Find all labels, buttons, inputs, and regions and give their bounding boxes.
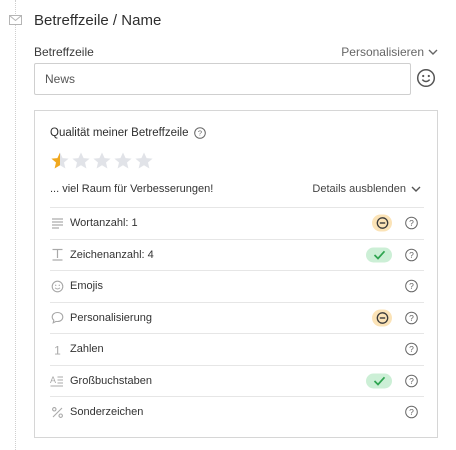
check-status-icon (366, 373, 392, 389)
quality-heading: Qualität meiner Betreffzeile ? (50, 127, 206, 139)
timeline-rail (15, 0, 16, 450)
details-toggle-label: Details ausblenden (312, 183, 406, 195)
subject-input[interactable] (34, 63, 411, 95)
criterion-label: Emojis (70, 280, 104, 293)
criterion-label: Zeichenanzahl: 4 (70, 248, 154, 261)
star-icon (72, 152, 90, 169)
criterion-label: Großbuchstaben (70, 374, 152, 387)
criterion-row: Sonderzeichen? (50, 396, 424, 428)
help-icon[interactable]: ? (405, 342, 418, 356)
criteria-list: Wortanzahl: 1? Zeichenanzahl: 4? Emojis? Pe… (50, 207, 424, 428)
warning-status-icon (372, 214, 392, 232)
check-status-icon (366, 247, 392, 263)
star-icon (135, 152, 153, 169)
help-icon[interactable]: ? (405, 279, 418, 293)
help-icon[interactable]: ? (405, 405, 418, 419)
criterion-row: 1 Zahlen? (50, 333, 424, 365)
criterion-row: Emojis? (50, 270, 424, 302)
svg-text:?: ? (197, 129, 201, 138)
speech-bubble-icon (50, 311, 64, 325)
svg-text:?: ? (409, 281, 414, 291)
star-rating (50, 151, 154, 171)
warning-status-icon (372, 309, 392, 327)
text-height-icon (50, 248, 64, 262)
lines-icon (50, 216, 64, 230)
personalize-dropdown[interactable]: Personalisieren (341, 45, 438, 59)
svg-text:?: ? (409, 218, 414, 228)
subject-label: Betreffzeile (34, 45, 94, 59)
help-icon[interactable]: ? (405, 374, 418, 388)
chevron-down-icon (411, 186, 421, 192)
criterion-label: Personalisierung (70, 311, 152, 324)
criterion-row: A Großbuchstaben? (50, 364, 424, 397)
quality-verdict: ... viel Raum für Verbesserungen! (50, 183, 214, 195)
chevron-down-icon (428, 49, 438, 55)
number-one-icon: 1 (50, 342, 64, 356)
section-title: Betreffzeile / Name (34, 12, 162, 29)
star-icon (93, 152, 111, 169)
criterion-label: Sonderzeichen (70, 406, 144, 419)
svg-text:?: ? (409, 250, 414, 260)
quality-title: Qualität meiner Betreffzeile (50, 127, 189, 139)
svg-text:?: ? (409, 313, 414, 323)
help-icon[interactable]: ? (405, 248, 418, 262)
percent-icon (50, 405, 64, 419)
help-icon[interactable]: ? (405, 311, 418, 325)
help-icon[interactable]: ? (193, 127, 206, 139)
details-toggle[interactable]: Details ausblenden (312, 183, 421, 195)
star-icon (51, 152, 69, 169)
uppercase-icon: A (50, 374, 64, 388)
smiley-icon (50, 279, 64, 293)
emoji-picker-icon[interactable] (416, 68, 436, 88)
star-icon (114, 152, 132, 169)
svg-text:?: ? (409, 376, 414, 386)
criterion-row: Personalisierung? (50, 301, 424, 334)
criterion-label: Wortanzahl: 1 (70, 217, 138, 230)
quality-panel: Qualität meiner Betreffzeile ? ... viel … (34, 110, 438, 438)
svg-text:A: A (50, 375, 56, 385)
criterion-row: Wortanzahl: 1? (50, 207, 424, 239)
personalize-label: Personalisieren (341, 45, 424, 59)
svg-text:?: ? (409, 407, 414, 417)
svg-text:?: ? (409, 344, 414, 354)
criterion-label: Zahlen (70, 343, 104, 356)
svg-text:1: 1 (54, 343, 61, 356)
help-icon[interactable]: ? (405, 216, 418, 230)
criterion-row: Zeichenanzahl: 4? (50, 238, 424, 271)
envelope-icon (9, 15, 22, 25)
